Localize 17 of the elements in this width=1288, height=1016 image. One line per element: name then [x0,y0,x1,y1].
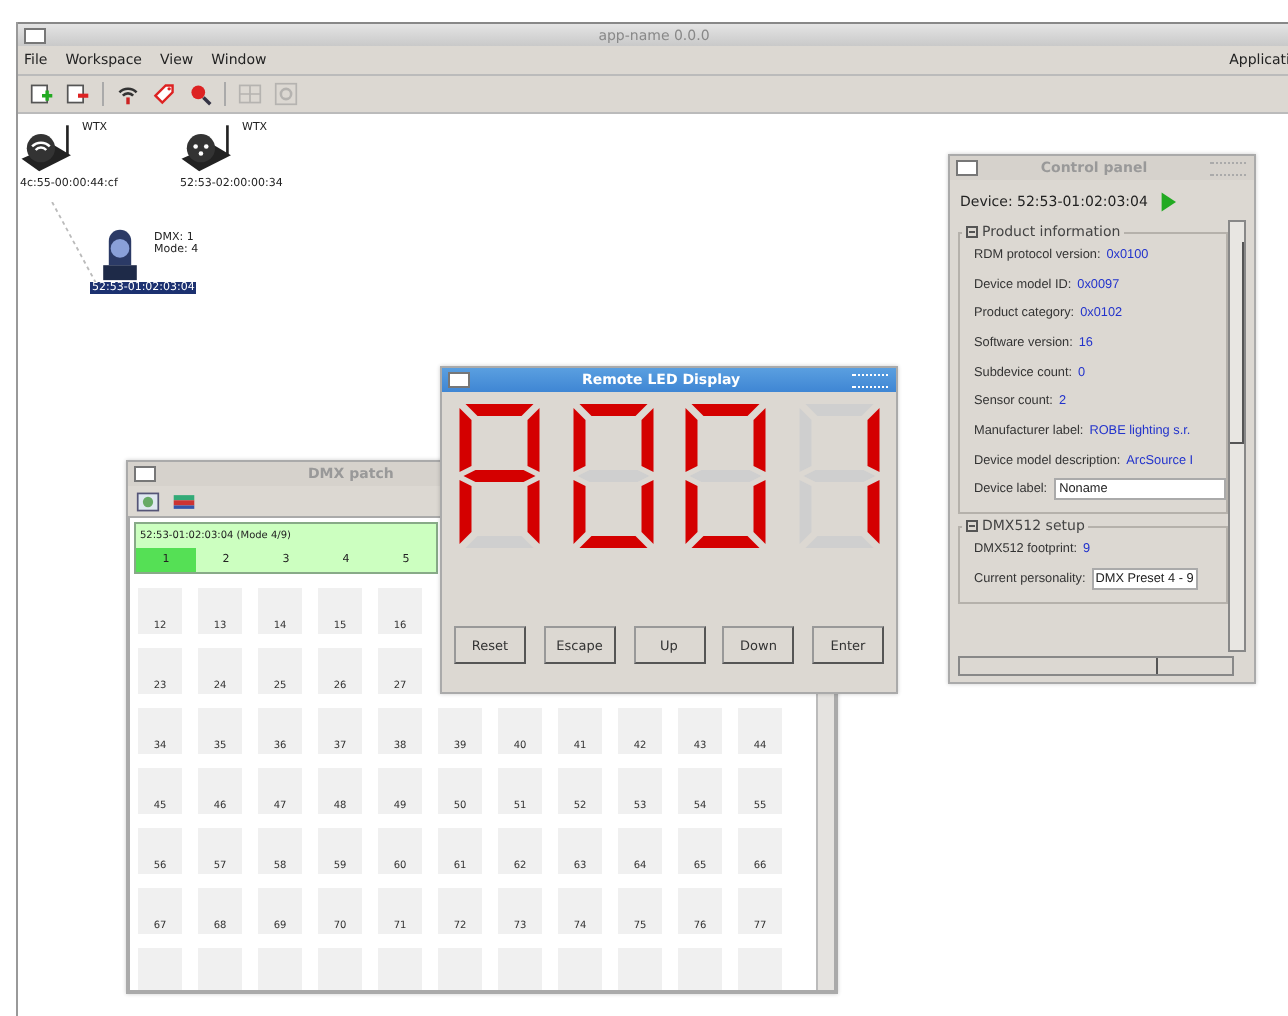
remove-icon[interactable] [66,82,90,106]
window-menu-icon[interactable] [24,27,46,43]
window-menu-icon[interactable] [134,466,156,482]
patch-tool-icon[interactable] [136,489,160,513]
patch-colors-icon[interactable] [172,489,196,513]
vertical-scrollbar[interactable] [816,690,834,990]
vertical-scrollbar[interactable] [1228,220,1246,652]
collapse-icon[interactable] [966,226,978,238]
wifi-icon[interactable] [116,82,140,106]
tag-icon[interactable] [152,82,176,106]
add-icon[interactable] [30,82,54,106]
window-menu-icon[interactable] [956,160,978,176]
collapse-icon[interactable] [966,520,978,533]
window-menu-icon[interactable] [448,372,470,388]
horizontal-scrollbar[interactable] [958,656,1234,676]
play-icon[interactable] [1159,192,1176,212]
probe-icon[interactable] [188,82,212,106]
